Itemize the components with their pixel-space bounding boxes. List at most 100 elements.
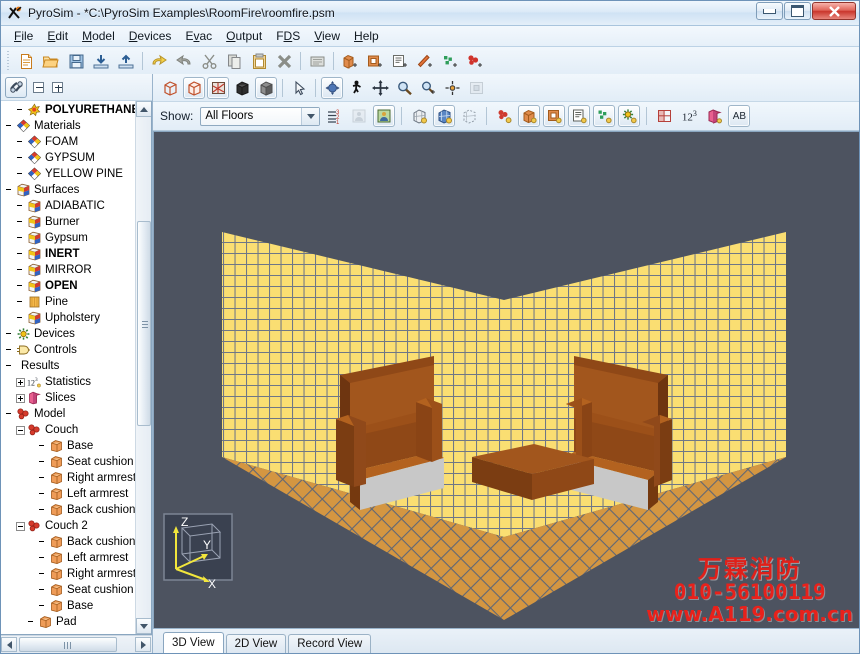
open-folder-icon[interactable] [39,49,63,73]
copy-icon[interactable] [222,49,246,73]
tree-node[interactable]: Back cushion [1,534,135,550]
person-gray-icon[interactable] [348,105,370,127]
tree-node[interactable]: Right armrest [1,566,135,582]
show-devices-icon[interactable] [618,105,641,127]
show-particles-icon[interactable] [593,105,616,127]
menu-file[interactable]: FFileile [7,27,40,45]
scroll-down-button[interactable] [136,618,151,634]
tree-node[interactable]: YELLOW PINE [1,166,135,182]
floor-select[interactable]: All Floors [200,106,321,126]
textured-icon[interactable] [207,76,229,99]
tree-node[interactable]: INERT [1,246,135,262]
tree-node[interactable]: OPEN [1,278,135,294]
tree-node[interactable]: Burner [1,214,135,230]
tree-node[interactable]: Pad [1,614,135,630]
tree-node[interactable]: Right armrest [1,470,135,486]
solid-shaded-icon[interactable] [255,76,277,99]
zoom-fit-icon[interactable] [465,77,487,99]
menu-model[interactable]: Model [75,27,122,45]
walk-icon[interactable] [345,77,367,99]
chevron-down-icon[interactable] [301,107,320,125]
collapse-node-icon[interactable] [16,521,25,531]
wireframe-icon[interactable] [159,77,181,99]
menu-fds[interactable]: FDS [269,27,307,45]
tree-node[interactable]: Base [1,438,135,454]
export-icon[interactable] [114,49,138,73]
show-reaction-icon[interactable] [493,105,515,127]
expand-node-icon[interactable] [16,393,25,403]
floor-list-icon[interactable]: 321 [323,105,345,127]
new-reaction-icon[interactable] [463,49,487,73]
paste-clipboard-icon[interactable] [247,49,271,73]
tree-node[interactable]: Back cushion [1,502,135,518]
new-particles-icon[interactable] [438,49,462,73]
tree-node[interactable]: Pine [1,294,135,310]
tree-node[interactable]: Slices [1,390,135,406]
tree-node[interactable]: Surfaces [1,182,135,198]
model-tree[interactable]: POLYURETHANE Materials FOAM GYPSUM YELLOW PI… [1,101,135,634]
mesh-solid-icon[interactable] [433,105,456,127]
viewport-canvas[interactable]: Z Y X 万霖消防 010-56100119 www.A119.com.cn [154,132,859,628]
undo-icon[interactable] [147,49,171,73]
menu-devices[interactable]: Devices [122,27,179,45]
tree-node[interactable]: Couch 2 [1,518,135,534]
select-arrow-icon[interactable] [288,77,310,99]
scroll-left-button[interactable] [1,637,17,652]
solid-black-icon[interactable] [231,77,253,99]
tree-node[interactable]: Left armrest [1,550,135,566]
delete-x-icon[interactable] [272,49,296,73]
close-button[interactable] [812,2,856,20]
edit-note-icon[interactable] [305,49,329,73]
tree-horizontal-scrollbar[interactable] [1,635,152,653]
tree-node[interactable]: Model [1,406,135,422]
show-statistics-icon[interactable]: 123 [678,105,700,127]
expand-all-icon[interactable] [49,79,65,95]
tree-node[interactable]: Controls [1,342,135,358]
zoom-region-icon[interactable] [417,77,439,99]
save-icon[interactable] [64,49,88,73]
toolbar-grip[interactable] [5,51,11,71]
show-planes-icon[interactable] [703,105,725,127]
show-holes-icon[interactable] [543,105,566,127]
tree-node[interactable]: Seat cushion [1,454,135,470]
tree-node[interactable]: MIRROR [1,262,135,278]
link-tree-icon[interactable] [5,76,27,98]
maximize-button[interactable] [784,2,811,20]
redo-icon[interactable] [172,49,196,73]
expand-node-icon[interactable] [16,377,25,387]
tree-node[interactable]: Seat cushion [1,582,135,598]
menu-view[interactable]: View [307,27,347,45]
tab-3d-view[interactable]: 3D View [163,632,224,653]
tree-node[interactable]: Results [1,358,135,374]
minimize-button[interactable] [756,2,783,20]
tree-node[interactable]: FOAM [1,134,135,150]
mesh-hidden-icon[interactable] [458,105,480,127]
scroll-thumb[interactable] [137,221,151,426]
tab-2d-view[interactable]: 2D View [225,634,287,653]
tree-node[interactable]: Gypsum [1,230,135,246]
tree-node[interactable]: Upholstery [1,310,135,326]
menu-edit[interactable]: Edit [40,27,75,45]
menu-help[interactable]: Help [347,27,386,45]
tree-vertical-scrollbar[interactable] [135,101,151,634]
new-hole-icon[interactable] [363,49,387,73]
orbit-icon[interactable] [321,76,343,99]
pan-icon[interactable] [369,77,391,99]
new-obstruction-icon[interactable] [338,49,362,73]
show-slices-icon[interactable] [653,105,675,127]
solid-outline-icon[interactable] [183,76,205,99]
scroll-up-button[interactable] [136,101,151,117]
tab-record-view[interactable]: Record View [288,634,372,653]
3d-viewport[interactable]: Z Y X 万霖消防 010-56100119 www.A119.com.cn [153,131,859,628]
import-icon[interactable] [89,49,113,73]
tree-node[interactable]: 12 3 Statistics [1,374,135,390]
tree-node[interactable]: Base [1,598,135,614]
show-obstructions-icon[interactable] [518,105,541,127]
tree-node[interactable]: Couch [1,422,135,438]
tree-node[interactable]: Materials [1,118,135,134]
new-slice-icon[interactable] [413,49,437,73]
cut-scissors-icon[interactable] [197,49,221,73]
tree-node[interactable]: ADIABATIC [1,198,135,214]
menu-output[interactable]: Output [219,27,269,45]
scroll-right-button[interactable] [135,637,151,652]
